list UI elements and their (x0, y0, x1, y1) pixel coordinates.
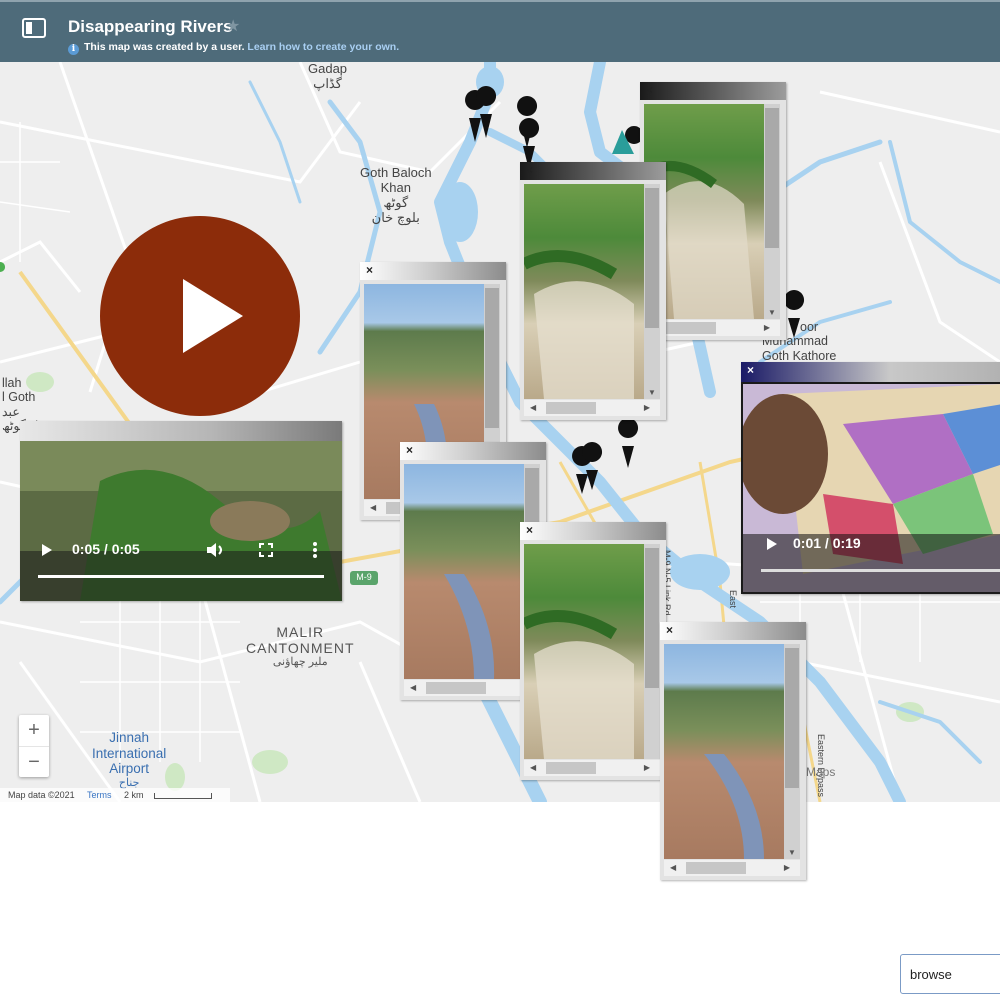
waterfall-photo (524, 544, 644, 759)
play-icon[interactable] (40, 543, 54, 557)
play-icon[interactable] (765, 537, 779, 551)
volume-icon[interactable] (206, 542, 224, 558)
map-label-maps: Maps (806, 765, 836, 779)
horizontal-scrollbar[interactable]: ◀▶ (664, 860, 800, 876)
photo-window-waterfall-3[interactable]: × ◀ ▶ (520, 522, 666, 780)
video-progress-bar[interactable] (38, 575, 324, 578)
river-photo (404, 464, 524, 679)
horizontal-scrollbar[interactable]: ◀▶ (524, 400, 660, 416)
scale-label: 2 km (124, 790, 144, 800)
map-label-jinnah-airport: Jinnah International Airport جناح (92, 730, 167, 789)
video-time: 0:01 / 0:19 (793, 535, 861, 551)
close-button[interactable]: × (406, 443, 413, 457)
terms-link[interactable]: Terms (87, 790, 112, 800)
close-button[interactable]: × (526, 523, 533, 537)
video-frame (743, 384, 1000, 592)
map-header: Disappearing Rivers ★ i This map was crea… (0, 0, 1000, 62)
zoom-in-button[interactable]: + (19, 715, 49, 747)
browse-button[interactable]: browse (900, 954, 1000, 994)
map-label-goth-baloch: Goth Baloch Khan گوٹھ بلوچ خان (360, 165, 432, 225)
map-data-text: Map data ©2021 (8, 790, 75, 800)
map-label-m9: M-9 (356, 572, 372, 582)
zoom-control: + − (19, 715, 49, 777)
info-icon: i (68, 44, 79, 55)
notice-text: This map was created by a user. (84, 41, 245, 53)
close-button[interactable]: × (666, 623, 673, 637)
fullscreen-icon[interactable] (259, 543, 273, 557)
vertical-scrollbar[interactable]: ▼ (644, 184, 660, 399)
zoom-out-button[interactable]: − (19, 747, 49, 778)
map-attribution: Map data ©2021 Terms 2 km (0, 788, 230, 802)
river-photo (664, 644, 784, 859)
horizontal-scrollbar[interactable]: ◀▶ (524, 760, 660, 776)
learn-how-link[interactable]: Learn how to create your own. (247, 41, 399, 53)
play-icon (183, 279, 243, 353)
star-icon[interactable]: ★ (226, 16, 240, 36)
close-button[interactable]: × (646, 83, 653, 97)
photo-window-waterfall-2[interactable]: × ▼ ◀ ▶ (520, 162, 666, 420)
big-play-button[interactable] (100, 216, 300, 416)
waterfall-photo (524, 184, 644, 399)
more-vert-icon[interactable] (312, 542, 318, 558)
map-label-gadap: Gadap گڈاپ (308, 62, 348, 91)
video-window-grass[interactable]: 0:05 / 0:05 (20, 421, 342, 601)
video-progress-track[interactable] (761, 569, 1000, 572)
map-pin-icon[interactable] (618, 418, 639, 468)
scale-bar (153, 792, 212, 799)
video-window-map-document[interactable]: × 0:01 / 0:19 (741, 362, 1000, 594)
user-map-notice: i This map was created by a user. Learn h… (68, 41, 399, 55)
vertical-scrollbar[interactable]: ▼ (764, 104, 780, 319)
sidebar-toggle-icon[interactable] (22, 18, 46, 38)
close-button[interactable]: × (526, 163, 533, 177)
vertical-scrollbar[interactable] (644, 544, 660, 759)
map-label-malir-cantonment: MALIR CANTONMENT ملیر چھاؤنی (246, 624, 355, 669)
close-button[interactable]: × (747, 363, 754, 377)
close-button[interactable]: × (366, 263, 373, 277)
vertical-scrollbar[interactable]: ▼ (784, 644, 800, 859)
map-label-east: East (728, 590, 738, 609)
video-time: 0:05 / 0:05 (72, 541, 140, 557)
photo-window-river-3[interactable]: × ▼ ◀ ▶ (660, 622, 806, 880)
map-title: Disappearing Rivers (68, 17, 233, 36)
